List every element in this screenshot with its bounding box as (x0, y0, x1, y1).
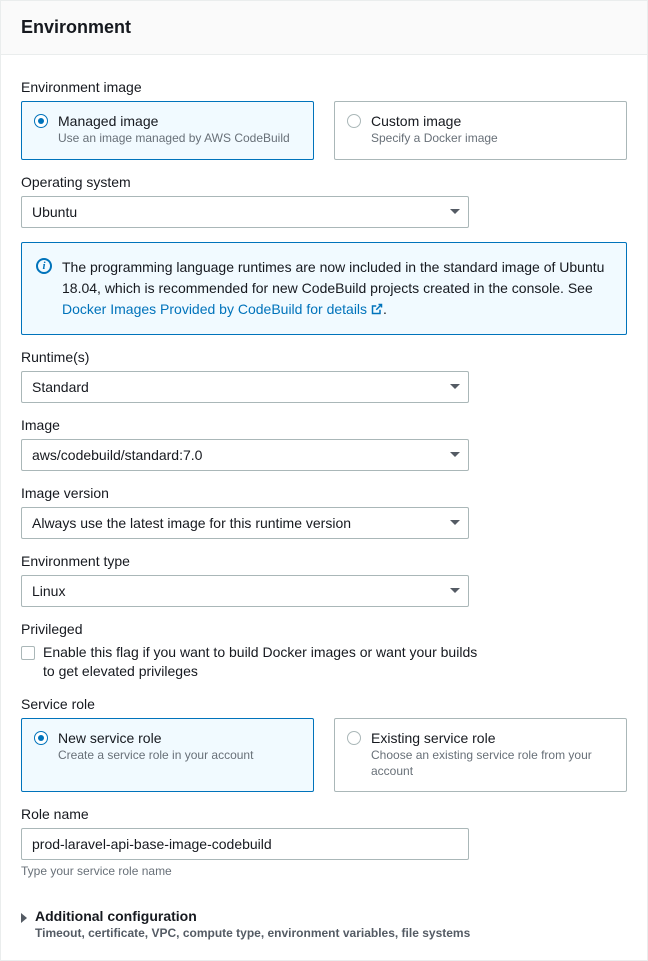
chevron-down-icon (450, 384, 460, 389)
image-group: Image aws/codebuild/standard:7.0 (21, 417, 627, 471)
existing-service-role-radio[interactable]: Existing service role Choose an existing… (334, 718, 627, 792)
privileged-label: Privileged (21, 621, 627, 637)
chevron-down-icon (450, 588, 460, 593)
image-version-group: Image version Always use the latest imag… (21, 485, 627, 539)
image-version-value: Always use the latest image for this run… (32, 515, 351, 531)
existing-service-role-title: Existing service role (371, 729, 614, 747)
chevron-down-icon (450, 209, 460, 214)
panel-body: Environment image Managed image Use an i… (1, 55, 647, 960)
image-version-label: Image version (21, 485, 627, 501)
role-name-input[interactable] (21, 828, 469, 860)
new-service-role-desc: Create a service role in your account (58, 748, 253, 764)
env-type-group: Environment type Linux (21, 553, 627, 607)
existing-service-role-desc: Choose an existing service role from you… (371, 748, 614, 779)
additional-config-toggle[interactable]: Additional configuration Timeout, certif… (21, 908, 627, 940)
new-service-role-title: New service role (58, 729, 253, 747)
privileged-desc: Enable this flag if you want to build Do… (43, 643, 483, 682)
managed-image-title: Managed image (58, 112, 290, 130)
custom-image-radio[interactable]: Custom image Specify a Docker image (334, 101, 627, 160)
service-role-label: Service role (21, 696, 627, 712)
chevron-down-icon (450, 452, 460, 457)
info-alert: i The programming language runtimes are … (21, 242, 627, 335)
info-icon: i (36, 258, 52, 274)
radio-icon (347, 114, 361, 128)
role-name-group: Role name Type your service role name (21, 806, 627, 878)
runtime-value: Standard (32, 379, 89, 395)
os-group: Operating system Ubuntu (21, 174, 627, 228)
managed-image-radio[interactable]: Managed image Use an image managed by AW… (21, 101, 314, 160)
image-value: aws/codebuild/standard:7.0 (32, 447, 202, 463)
privileged-checkbox-row: Enable this flag if you want to build Do… (21, 643, 627, 682)
env-type-label: Environment type (21, 553, 627, 569)
runtime-group: Runtime(s) Standard (21, 349, 627, 403)
panel-title: Environment (21, 17, 627, 38)
additional-config-title: Additional configuration (35, 908, 470, 924)
runtime-label: Runtime(s) (21, 349, 627, 365)
os-label: Operating system (21, 174, 627, 190)
service-role-group: Service role New service role Create a s… (21, 696, 627, 792)
chevron-right-icon (21, 913, 27, 923)
radio-icon (34, 114, 48, 128)
external-link-icon (371, 303, 383, 315)
image-version-select[interactable]: Always use the latest image for this run… (21, 507, 469, 539)
privileged-group: Privileged Enable this flag if you want … (21, 621, 627, 682)
os-select[interactable]: Ubuntu (21, 196, 469, 228)
additional-config-desc: Timeout, certificate, VPC, compute type,… (35, 926, 470, 940)
chevron-down-icon (450, 520, 460, 525)
environment-image-group: Environment image Managed image Use an i… (21, 79, 627, 160)
environment-panel: Environment Environment image Managed im… (0, 0, 648, 961)
env-type-value: Linux (32, 583, 65, 599)
radio-icon (347, 731, 361, 745)
env-type-select[interactable]: Linux (21, 575, 469, 607)
privileged-checkbox[interactable] (21, 646, 35, 660)
new-service-role-radio[interactable]: New service role Create a service role i… (21, 718, 314, 792)
custom-image-desc: Specify a Docker image (371, 131, 498, 147)
image-label: Image (21, 417, 627, 433)
info-text: The programming language runtimes are no… (62, 257, 610, 320)
role-name-hint: Type your service role name (21, 864, 627, 878)
panel-header: Environment (1, 1, 647, 55)
service-role-radio-row: New service role Create a service role i… (21, 718, 627, 792)
os-value: Ubuntu (32, 204, 77, 220)
radio-icon (34, 731, 48, 745)
docker-images-link[interactable]: Docker Images Provided by CodeBuild for … (62, 301, 383, 317)
image-select[interactable]: aws/codebuild/standard:7.0 (21, 439, 469, 471)
custom-image-title: Custom image (371, 112, 498, 130)
managed-image-desc: Use an image managed by AWS CodeBuild (58, 131, 290, 147)
runtime-select[interactable]: Standard (21, 371, 469, 403)
environment-image-label: Environment image (21, 79, 627, 95)
environment-image-radio-row: Managed image Use an image managed by AW… (21, 101, 627, 160)
role-name-label: Role name (21, 806, 627, 822)
